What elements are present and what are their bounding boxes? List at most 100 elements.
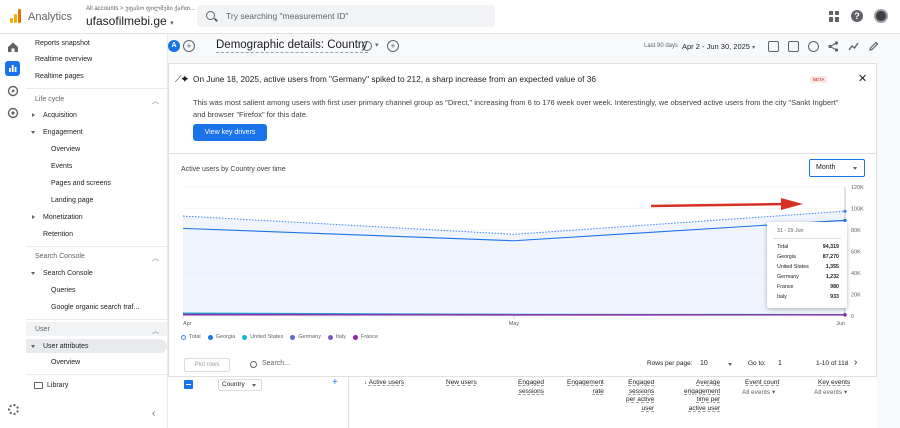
legend-label: United States	[250, 334, 284, 340]
insight-body: This was most salient among users with f…	[193, 98, 839, 119]
divider	[773, 238, 841, 239]
caret-down-icon	[31, 131, 35, 134]
main-content: A + Demographic details: Country ▾ + Las…	[168, 34, 900, 428]
tooltip-label: France	[777, 284, 794, 290]
table-search-input[interactable]: Search...	[262, 360, 290, 367]
edit-pencil-icon[interactable]	[868, 41, 879, 52]
divider	[26, 319, 167, 320]
rows-per-page-label: Rows per page:	[647, 360, 693, 367]
chevron-right-icon[interactable]: ›	[854, 357, 857, 368]
search-placeholder: Try searching "measurement ID"	[226, 11, 349, 21]
app-name: Analytics	[28, 11, 73, 23]
chevron-down-icon[interactable]: ▾	[375, 41, 379, 49]
chevron-up-icon: ︿	[152, 98, 159, 105]
date-range-value: Apr 2 - Jun 30, 2025	[682, 42, 750, 51]
reports-icon[interactable]	[5, 61, 20, 76]
y-tick-label: 0	[851, 314, 854, 320]
legend-dot	[181, 334, 186, 340]
search-icon	[206, 11, 215, 20]
key-events-filter[interactable]: All events ▾	[814, 388, 847, 396]
legend-item[interactable]: Germany	[290, 334, 321, 340]
check-circle-icon[interactable]	[362, 41, 372, 51]
tooltip-label: Germany	[777, 274, 799, 280]
apps-grid-icon[interactable]	[829, 10, 840, 22]
col-engagement-rate[interactable]: Engagement rate	[567, 379, 604, 396]
col-new-users[interactable]: New users	[446, 379, 477, 388]
go-to-input[interactable]: 1	[778, 360, 782, 367]
legend-dot	[242, 334, 248, 340]
legend-item[interactable]: France	[352, 334, 379, 340]
avatar[interactable]	[874, 9, 888, 23]
sidebar: Reports snapshot Realtime overview Realt…	[26, 34, 168, 428]
insight-card: ⟋✦ On June 18, 2025, active users from "…	[168, 63, 877, 154]
table-header: Country + ↓ Active users New users Engag…	[168, 376, 877, 428]
customize-report-icon[interactable]	[768, 41, 779, 52]
help-icon[interactable]: ?	[851, 10, 863, 22]
property-selector[interactable]: ufasofilmebi.ge ▾	[86, 14, 174, 28]
caret-right-icon	[32, 113, 35, 117]
col-event-count[interactable]: Event count	[745, 379, 779, 388]
trend-icon[interactable]	[848, 41, 859, 52]
sort-arrow-down-icon: ↓	[364, 379, 368, 386]
home-icon[interactable]	[7, 41, 19, 53]
compare-icon[interactable]	[788, 41, 799, 52]
top-bar: Analytics All accounts > უფასო ფილმები ქ…	[0, 0, 900, 34]
tooltip-value: 94,319	[822, 244, 839, 250]
analytics-logo-icon[interactable]	[10, 9, 22, 23]
rows-per-page-select[interactable]: 10	[700, 360, 708, 367]
annotation-arrow	[650, 202, 790, 208]
caret-down-icon[interactable]	[728, 363, 732, 366]
explore-icon[interactable]	[7, 85, 19, 97]
col-engaged-sessions[interactable]: Engaged sessions	[518, 379, 544, 396]
dimension-dropdown[interactable]: Country	[218, 379, 262, 391]
add-comparison-icon[interactable]: +	[183, 40, 195, 52]
go-to-label: Go to:	[748, 360, 766, 367]
chevron-left-icon[interactable]: ‹	[844, 357, 847, 368]
y-tick-label: 20K	[851, 293, 861, 299]
collapse-sidebar-icon[interactable]: ‹	[152, 408, 155, 419]
col-key-events[interactable]: Key events	[818, 379, 850, 388]
account-breadcrumb[interactable]: All accounts > უფასო ფილმები ქართ...	[86, 5, 195, 12]
tooltip-value: 933	[830, 294, 839, 300]
divider	[26, 88, 167, 89]
col-avg-engagement-time[interactable]: Average engagement time per active user	[684, 379, 720, 413]
share-icon[interactable]	[828, 41, 839, 52]
comparison-chip[interactable]: A	[168, 40, 180, 52]
legend-label: France	[360, 334, 379, 340]
x-tick-label: May	[509, 321, 520, 327]
col-engaged-sessions-per-user[interactable]: Engaged sessions per active user	[626, 379, 654, 413]
date-range-label: Last 90 days	[644, 43, 679, 49]
advertising-icon[interactable]	[7, 107, 19, 119]
event-count-filter[interactable]: All events ▾	[742, 388, 775, 396]
insights-icon[interactable]	[808, 41, 819, 52]
legend-dot	[327, 334, 333, 340]
y-tick-label: 100K	[851, 207, 864, 213]
close-icon[interactable]: ✕	[858, 72, 867, 85]
date-range-picker[interactable]: Apr 2 - Jun 30, 2025 ▾	[682, 42, 755, 51]
select-all-checkbox[interactable]	[184, 380, 193, 389]
y-tick-label: 120K	[851, 185, 864, 191]
view-key-drivers-button[interactable]: View key drivers	[193, 124, 267, 141]
tooltip-value: 1,232	[825, 274, 839, 280]
add-icon[interactable]: +	[387, 40, 399, 52]
add-dimension-icon[interactable]: +	[332, 377, 338, 388]
header-actions	[768, 41, 879, 52]
chevron-down-icon: ▾	[170, 20, 174, 27]
y-tick-label: 60K	[851, 250, 861, 256]
chart-card: Active users by Country over time Month …	[168, 154, 877, 380]
nav-rail	[0, 34, 26, 428]
top-icons: ?	[829, 9, 888, 23]
annotation-arrow-head	[781, 198, 803, 210]
y-tick-label: 80K	[851, 228, 861, 234]
dimension-value: Country	[222, 381, 245, 388]
settings-gear-icon[interactable]	[8, 404, 19, 415]
legend-item[interactable]: United States	[242, 334, 283, 340]
col-active-users[interactable]: ↓ Active users	[364, 379, 404, 388]
table-controls: Plot rows Search... Rows per page: 10 Go…	[168, 356, 877, 376]
legend-item[interactable]: Georgia	[207, 334, 235, 340]
plot-rows-button[interactable]: Plot rows	[184, 358, 230, 372]
global-search[interactable]: Try searching "measurement ID"	[197, 5, 495, 27]
legend-item[interactable]: Total	[181, 334, 201, 340]
insights-sparkle-icon: ⟋✦	[175, 74, 189, 84]
legend-item[interactable]: Italy	[327, 334, 346, 340]
